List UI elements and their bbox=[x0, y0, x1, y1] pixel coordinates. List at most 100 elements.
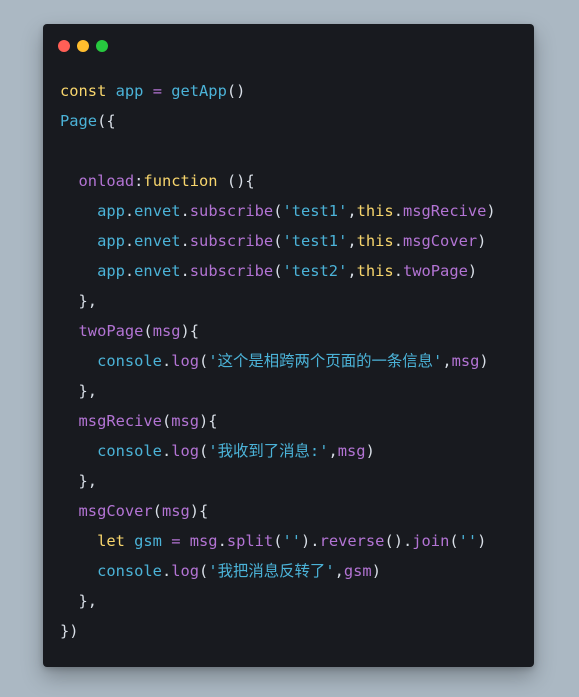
code-token-punct: ) bbox=[477, 532, 487, 550]
code-line: onload:function (){ bbox=[60, 166, 496, 196]
code-token-punct: . bbox=[393, 262, 403, 280]
code-token-identifier: getApp bbox=[171, 82, 227, 100]
code-token-punct: ( bbox=[449, 532, 459, 550]
code-token-punct: . bbox=[161, 562, 172, 580]
code-line: }) bbox=[60, 616, 496, 646]
code-token-punct: . bbox=[393, 232, 403, 250]
window-controls bbox=[58, 40, 108, 52]
code-token-punct: }, bbox=[60, 472, 98, 490]
code-token-punct: ){ bbox=[180, 322, 200, 340]
code-token-punct: ({ bbox=[97, 112, 116, 130]
code-token-punct: . bbox=[161, 352, 172, 370]
code-line: msgCover(msg){ bbox=[60, 496, 496, 526]
code-token-method: log bbox=[171, 442, 200, 460]
code-token-method: msg bbox=[451, 352, 480, 370]
code-token-keyword: this bbox=[356, 202, 394, 220]
code-line: }, bbox=[60, 376, 496, 406]
code-token-punct: ) bbox=[477, 232, 487, 250]
code-line: const app = getApp() bbox=[60, 76, 496, 106]
code-token-punct: . bbox=[124, 202, 135, 220]
code-token-method: msg bbox=[337, 442, 366, 460]
code-token-punct: , bbox=[442, 352, 452, 370]
code-token-punct: . bbox=[217, 532, 227, 550]
code-token-punct: }, bbox=[60, 592, 98, 610]
code-token-identifier: console bbox=[60, 352, 162, 370]
code-token-punct: . bbox=[180, 232, 190, 250]
code-token-string: '' bbox=[282, 532, 302, 550]
code-line: Page({ bbox=[60, 106, 496, 136]
code-token-identifier: envet bbox=[134, 232, 181, 250]
code-token-punct: , bbox=[347, 262, 357, 280]
code-token-identifier: console bbox=[60, 562, 162, 580]
code-line: }, bbox=[60, 586, 496, 616]
code-line: let gsm = msg.split('').reverse().join('… bbox=[60, 526, 496, 556]
code-token-punct: () bbox=[226, 82, 246, 100]
code-token-punct: , bbox=[347, 202, 357, 220]
code-token-string: 'test2' bbox=[282, 262, 348, 280]
code-token-method: subscribe bbox=[189, 232, 274, 250]
code-token-method: msg bbox=[161, 502, 190, 520]
code-token-punct: . bbox=[393, 202, 403, 220]
code-token-punct: , bbox=[334, 562, 344, 580]
code-token-string: 'test1' bbox=[282, 202, 348, 220]
code-line: msgRecive(msg){ bbox=[60, 406, 496, 436]
code-token-identifier: console bbox=[60, 442, 162, 460]
code-token-method: onload bbox=[60, 172, 135, 190]
close-dot[interactable] bbox=[58, 40, 70, 52]
code-token-method: msgRecive bbox=[60, 412, 162, 430]
code-token-string: '这个是相跨两个页面的一条信息' bbox=[208, 352, 443, 370]
code-token-method: log bbox=[171, 352, 200, 370]
code-token-punct: ). bbox=[301, 532, 320, 550]
code-token-identifier: app bbox=[60, 262, 125, 280]
code-token-method: msg bbox=[152, 322, 181, 340]
code-token-keyword: this bbox=[356, 262, 394, 280]
code-line: console.log('我把消息反转了',gsm) bbox=[60, 556, 496, 586]
code-token-punct: }, bbox=[60, 382, 98, 400]
code-token-keyword: function bbox=[143, 172, 218, 190]
maximize-dot[interactable] bbox=[96, 40, 108, 52]
code-token-method: subscribe bbox=[189, 202, 274, 220]
code-token-string: '' bbox=[458, 532, 478, 550]
code-token-punct: ) bbox=[486, 202, 496, 220]
code-token-punct: (). bbox=[384, 532, 413, 550]
code-token-punct: ( bbox=[152, 502, 162, 520]
minimize-dot[interactable] bbox=[77, 40, 89, 52]
code-token-punct: . bbox=[180, 202, 190, 220]
code-token-method: msg bbox=[171, 412, 200, 430]
code-token-method: msg bbox=[189, 532, 218, 550]
code-token-keyword: this bbox=[356, 232, 394, 250]
code-token-identifier: envet bbox=[134, 202, 181, 220]
code-token-punct: , bbox=[347, 232, 357, 250]
code-token-method: split bbox=[226, 532, 274, 550]
code-line: twoPage(msg){ bbox=[60, 316, 496, 346]
code-token-identifier: gsm bbox=[134, 532, 162, 550]
code-block: const app = getApp() Page({ onload:functi… bbox=[60, 76, 496, 646]
code-token-method: = bbox=[161, 532, 190, 550]
code-token-punct: ) bbox=[467, 262, 478, 280]
code-line: console.log('我收到了消息:',msg) bbox=[60, 436, 496, 466]
code-line: }, bbox=[60, 466, 496, 496]
code-token-punct: }, bbox=[60, 292, 98, 310]
code-token-punct: , bbox=[328, 442, 338, 460]
code-line: app.envet.subscribe('test2',this.twoPage… bbox=[60, 256, 496, 286]
code-token-method: msgCover bbox=[402, 232, 478, 250]
code-token-punct: ){ bbox=[189, 502, 209, 520]
code-token-string: 'test1' bbox=[282, 232, 348, 250]
code-token-method: subscribe bbox=[189, 262, 274, 280]
code-token-punct: ) bbox=[371, 562, 381, 580]
code-token-identifier: envet bbox=[134, 262, 181, 280]
code-token-punct: ( bbox=[143, 322, 153, 340]
code-token-identifier: app bbox=[60, 202, 125, 220]
code-token-punct: . bbox=[124, 262, 135, 280]
code-token-keyword: let bbox=[60, 532, 135, 550]
code-window: const app = getApp() Page({ onload:functi… bbox=[43, 24, 534, 667]
code-token-method: gsm bbox=[343, 562, 372, 580]
code-line: app.envet.subscribe('test1',this.msgCove… bbox=[60, 226, 496, 256]
code-token-identifier: Page bbox=[60, 112, 98, 130]
code-token-method: join bbox=[412, 532, 450, 550]
code-token-punct: . bbox=[124, 232, 135, 250]
code-token-method: = bbox=[143, 82, 172, 100]
code-token-punct: . bbox=[161, 442, 172, 460]
code-token-punct: ( bbox=[199, 442, 209, 460]
